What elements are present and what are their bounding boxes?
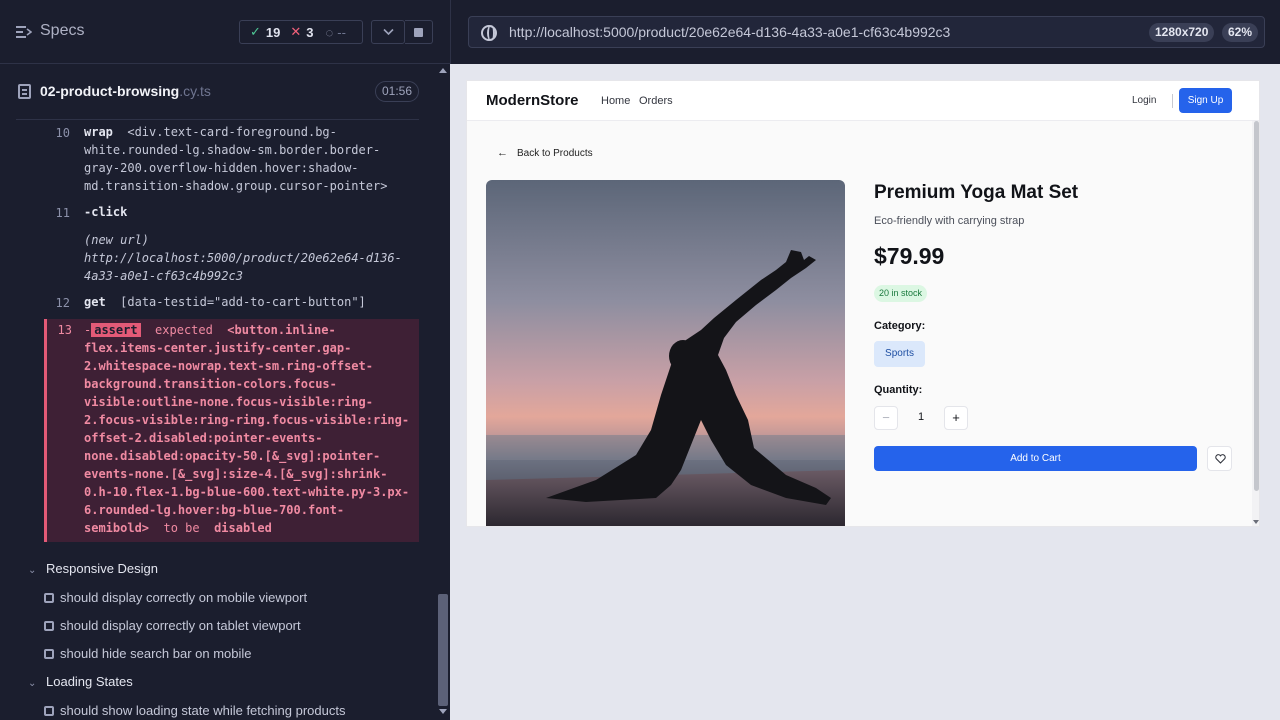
- scroll-down-icon[interactable]: [439, 709, 447, 714]
- nav-orders-link[interactable]: Orders: [639, 95, 673, 107]
- store-navbar: ModernStore Home Orders Login Sign Up: [467, 81, 1259, 121]
- category-badge[interactable]: Sports: [874, 341, 925, 367]
- assertion-state: disabled: [214, 521, 272, 535]
- chevron-down-icon: ⌄: [28, 678, 37, 689]
- back-to-products-link[interactable]: ← Back to Products: [497, 147, 593, 159]
- aut-header: http://localhost:5000/product/20e62e64-d…: [450, 0, 1280, 64]
- command-number: 13: [57, 323, 72, 337]
- pending-count: --: [337, 24, 346, 40]
- cypress-runner-panel: Specs ✓ 19 ✕ 3 ◌ -- 02-product-browsing.…: [0, 0, 450, 720]
- spec-file-header: 02-product-browsing.cy.ts 01:56: [16, 76, 419, 120]
- runner-header: Specs ✓ 19 ✕ 3 ◌ --: [0, 0, 450, 64]
- assertion-subject: <button.inline-flex.items-center.justify…: [84, 323, 410, 535]
- failed-assertion-row[interactable]: 13 - assert expected <button.inline-flex.…: [44, 319, 419, 542]
- arrow-left-icon: ←: [497, 147, 508, 159]
- test-item[interactable]: should display correctly on mobile viewp…: [44, 590, 307, 605]
- product-price: $79.99: [874, 243, 945, 269]
- check-icon: ✓: [250, 24, 261, 39]
- viewport-size-badge[interactable]: 1280x720: [1149, 23, 1215, 42]
- command-log-scrollbar[interactable]: [436, 64, 450, 720]
- checkbox-icon: [44, 593, 54, 603]
- collapse-button[interactable]: [371, 20, 405, 44]
- command-name: get: [84, 295, 106, 309]
- nav-divider: [1172, 94, 1173, 108]
- page-scrollbar[interactable]: [1252, 121, 1259, 526]
- signup-button[interactable]: Sign Up: [1179, 88, 1232, 113]
- spec-duration: 01:56: [375, 81, 419, 102]
- zoom-badge[interactable]: 62%: [1222, 23, 1259, 42]
- command-number: 12: [55, 296, 70, 310]
- spec-file-name[interactable]: 02-product-browsing.cy.ts: [40, 83, 211, 99]
- file-icon: [18, 84, 31, 99]
- stop-button[interactable]: [405, 20, 433, 44]
- wishlist-button[interactable]: [1207, 446, 1232, 471]
- product-title: Premium Yoga Mat Set: [874, 182, 1079, 203]
- stop-icon: [414, 28, 423, 37]
- checkbox-icon: [44, 706, 54, 716]
- test-title: should display correctly on tablet viewp…: [60, 618, 301, 633]
- failed-count: 3: [306, 24, 314, 40]
- command-message: <div.text-card-foreground.bg-white.round…: [84, 125, 388, 193]
- new-url-message: http://localhost:5000/product/20e62e64-d…: [84, 251, 402, 283]
- yoga-sunset-photo: [486, 180, 845, 526]
- chevron-down-icon: ⌄: [28, 565, 37, 576]
- test-title: should hide search bar on mobile: [60, 646, 252, 661]
- stock-badge: 20 in stock: [874, 285, 928, 302]
- login-button[interactable]: Login: [1132, 95, 1156, 106]
- brand-logo[interactable]: ModernStore: [486, 92, 579, 109]
- list-icon[interactable]: [16, 25, 32, 39]
- suite-title: Responsive Design: [46, 561, 159, 576]
- command-name: wrap: [84, 125, 113, 139]
- scrollbar-thumb[interactable]: [1254, 121, 1259, 491]
- passed-count: 19: [265, 24, 281, 40]
- expected-label: expected: [155, 323, 213, 337]
- app-under-test: ModernStore Home Orders Login Sign Up ← B…: [466, 80, 1260, 527]
- spinner-icon: ◌: [325, 24, 334, 40]
- heart-icon: [1215, 454, 1226, 464]
- specs-title[interactable]: Specs: [40, 22, 84, 40]
- suite-title: Loading States: [46, 674, 133, 689]
- quantity-value: 1: [917, 411, 925, 423]
- product-image: [486, 180, 845, 526]
- product-subtitle: Eco-friendly with carrying strap: [874, 215, 1025, 227]
- suite-loading-states[interactable]: ⌄ Loading States: [28, 674, 133, 689]
- chevron-down-icon: [383, 28, 394, 36]
- assert-tag: assert: [91, 323, 141, 337]
- test-item[interactable]: should hide search bar on mobile: [44, 646, 252, 661]
- quantity-label: Quantity:: [874, 384, 923, 396]
- url-text[interactable]: http://localhost:5000/product/20e62e64-d…: [509, 24, 950, 40]
- suite-responsive-design[interactable]: ⌄ Responsive Design: [28, 561, 158, 576]
- category-label: Category:: [874, 320, 926, 332]
- quantity-increase-button[interactable]: +: [944, 406, 968, 430]
- command-number: 10: [55, 126, 70, 140]
- test-title: should display correctly on mobile viewp…: [60, 590, 308, 605]
- url-bar[interactable]: http://localhost:5000/product/20e62e64-d…: [468, 16, 1265, 48]
- test-stats: ✓ 19 ✕ 3 ◌ --: [239, 20, 363, 44]
- quantity-decrease-button[interactable]: −: [874, 406, 898, 430]
- to-be-label: to be: [163, 521, 200, 535]
- checkbox-icon: [44, 621, 54, 631]
- x-icon: ✕: [290, 24, 302, 39]
- checkbox-icon: [44, 649, 54, 659]
- scrollbar-thumb[interactable]: [438, 594, 448, 706]
- test-item[interactable]: should show loading state while fetching…: [44, 703, 345, 718]
- scroll-up-icon[interactable]: [439, 68, 447, 73]
- test-item[interactable]: should display correctly on tablet viewp…: [44, 618, 301, 633]
- test-title: should show loading state while fetching…: [60, 703, 346, 718]
- add-to-cart-button[interactable]: Add to Cart: [874, 446, 1197, 471]
- globe-icon: [481, 25, 497, 41]
- scroll-down-icon[interactable]: [1253, 520, 1259, 524]
- command-number: 11: [55, 206, 70, 220]
- command-message: [data-testid="add-to-cart-button"]: [120, 295, 366, 309]
- command-name: (new url): [84, 233, 150, 247]
- command-name: -click: [84, 205, 128, 219]
- nav-home-link[interactable]: Home: [601, 95, 630, 107]
